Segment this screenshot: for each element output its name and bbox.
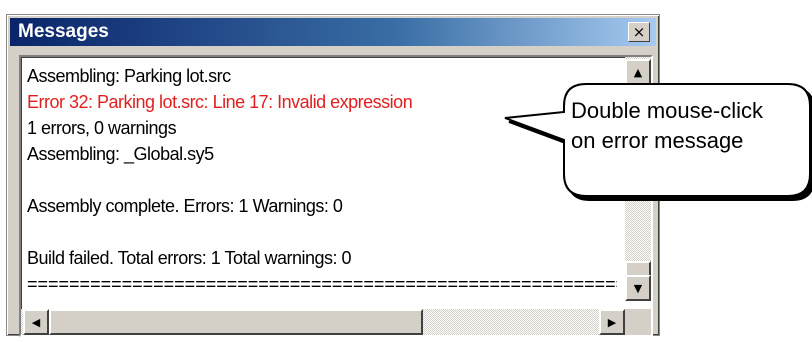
messages-list[interactable]: Assembling: Parking lot.src Error 32: Par… <box>27 63 617 297</box>
message-line[interactable]: ========================================… <box>27 271 617 297</box>
arrow-right-icon: ▶ <box>607 315 617 329</box>
close-icon: × <box>632 22 646 41</box>
message-line[interactable]: Build failed. Total errors: 1 Total warn… <box>27 245 617 271</box>
callout-line-2: on error message <box>571 128 744 153</box>
callout-line-1: Double mouse-click <box>571 98 763 123</box>
close-button[interactable]: × <box>628 22 650 42</box>
messages-window: Messages × Assembling: Parking lot.src Er… <box>6 14 660 337</box>
scroll-right-button[interactable]: ▶ <box>599 309 625 335</box>
scroll-left-button[interactable]: ◀ <box>23 309 49 335</box>
message-line[interactable]: Assembling: Parking lot.src <box>27 63 617 89</box>
arrow-down-icon: ▼ <box>633 281 643 295</box>
horizontal-scrollbar[interactable]: ◀ ▶ <box>21 309 625 335</box>
horizontal-scroll-thumb[interactable] <box>49 309 423 335</box>
message-line[interactable]: 1 errors, 0 warnings <box>27 115 617 141</box>
message-line[interactable] <box>27 167 617 193</box>
error-message-line[interactable]: Error 32: Parking lot.src: Line 17: Inva… <box>27 89 617 115</box>
arrow-left-icon: ◀ <box>31 315 41 329</box>
message-line[interactable]: Assembly complete. Errors: 1 Warnings: 0 <box>27 193 617 219</box>
title-bar[interactable]: Messages × <box>10 18 656 46</box>
message-line[interactable]: Assembling: _Global.sy5 <box>27 141 617 167</box>
messages-panel: Assembling: Parking lot.src Error 32: Par… <box>19 55 653 337</box>
arrow-up-icon: ▲ <box>633 65 643 79</box>
scroll-down-button[interactable]: ▼ <box>625 275 651 301</box>
message-line[interactable] <box>27 219 617 245</box>
vertical-scrollbar[interactable]: ▲ ▼ <box>625 57 651 301</box>
window-title: Messages <box>18 21 109 42</box>
scroll-up-button[interactable]: ▲ <box>625 59 651 85</box>
callout-text: Double mouse-click on error message <box>571 96 811 156</box>
scrollbar-corner <box>625 309 651 335</box>
